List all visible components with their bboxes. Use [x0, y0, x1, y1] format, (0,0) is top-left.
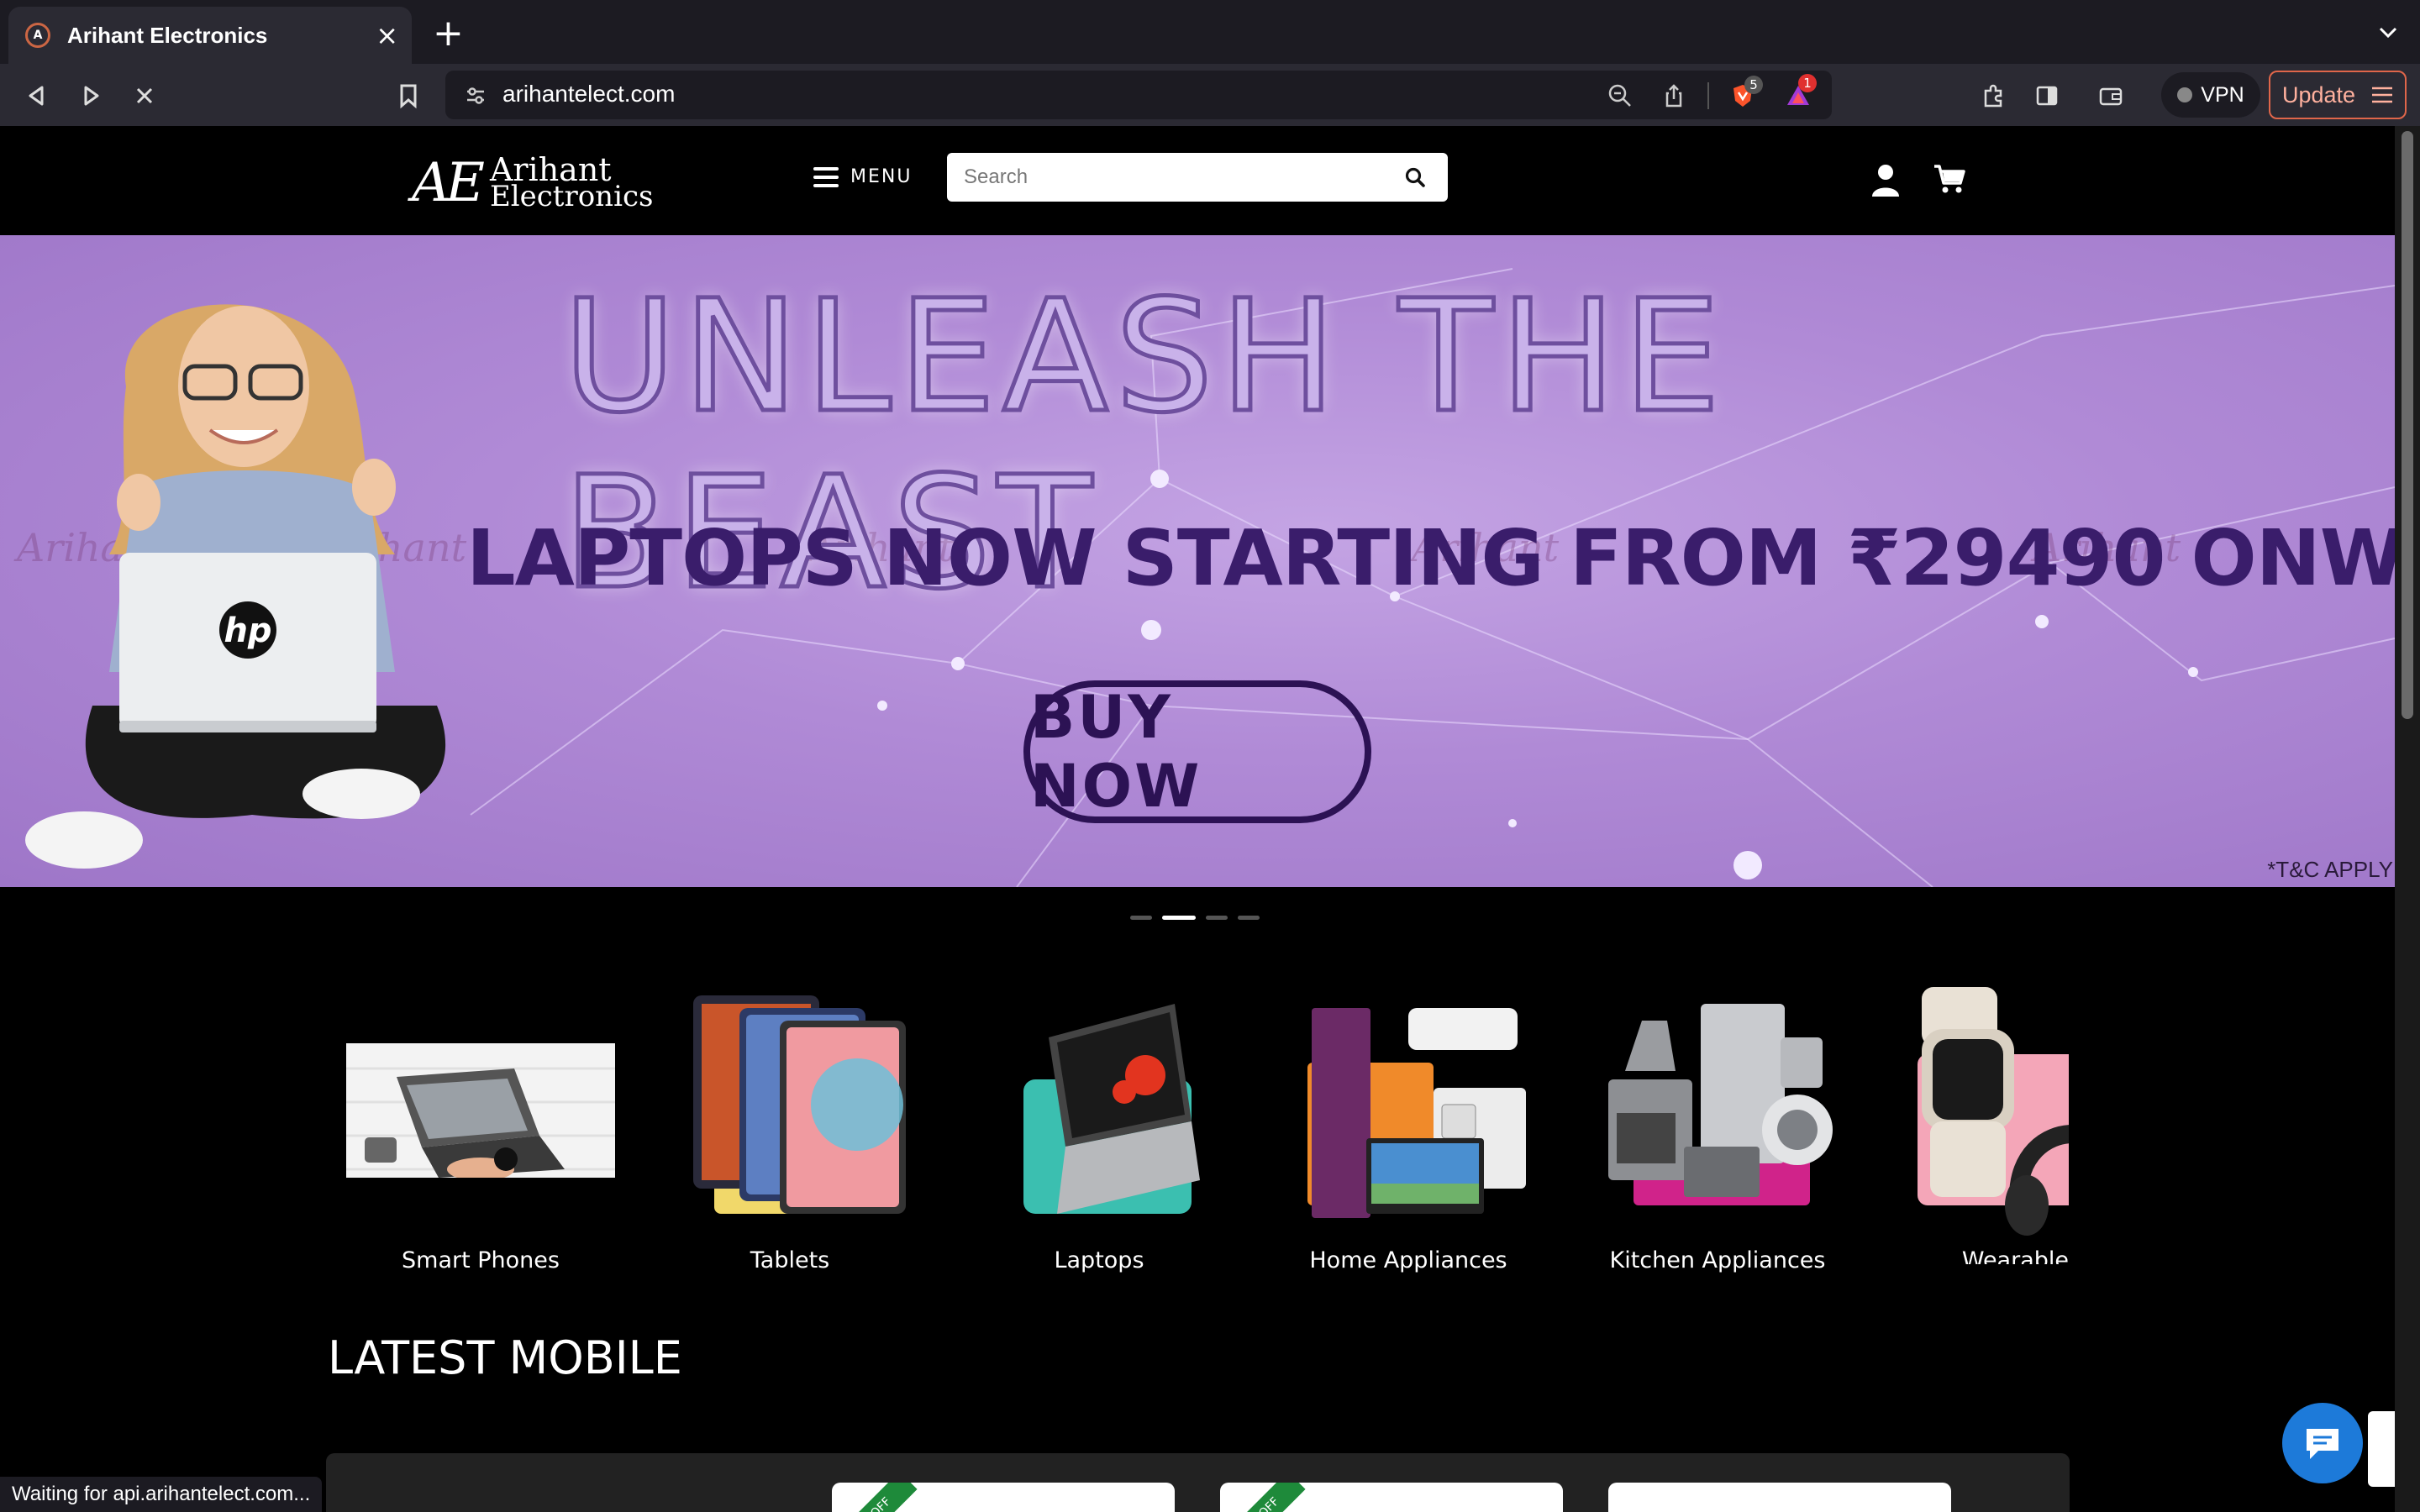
tab-list-chevron-icon[interactable]	[2376, 20, 2400, 44]
category-label: Laptops	[1054, 1247, 1144, 1273]
site-settings-icon[interactable]	[464, 84, 487, 108]
shopping-cart-icon[interactable]	[1933, 163, 1966, 195]
extensions-icon[interactable]	[1976, 79, 2010, 113]
browser-tab-bar: A Arihant Electronics × +	[0, 0, 2420, 64]
carousel-dot[interactable]	[1130, 916, 1152, 920]
product-card[interactable]: % OFF	[832, 1483, 1175, 1512]
search-icon[interactable]	[1404, 166, 1426, 188]
forward-icon[interactable]	[74, 79, 108, 113]
category-label: Tablets	[750, 1247, 830, 1273]
category-laptops[interactable]: Laptops	[965, 987, 1234, 1273]
stop-loading-icon[interactable]	[128, 79, 161, 113]
hp-logo-text: hp	[224, 612, 271, 650]
scrollbar-thumb[interactable]	[2402, 131, 2413, 719]
category-wearable[interactable]: Wearable	[1892, 987, 2069, 1264]
update-label: Update	[2282, 81, 2356, 108]
divider	[1707, 82, 1709, 109]
category-label: Wearable	[1961, 1247, 2069, 1264]
site-header: AE Arihant Electronics MENU	[0, 126, 2395, 235]
discount-ribbon: % OFF	[834, 1483, 918, 1512]
category-label: Smart Phones	[402, 1247, 560, 1273]
product-card[interactable]: % OFF	[1220, 1483, 1563, 1512]
vpn-button[interactable]: VPN	[2161, 72, 2260, 118]
site-logo[interactable]: AE Arihant Electronics	[412, 151, 653, 215]
tablets-image	[693, 995, 906, 1214]
web-page: AE Arihant Electronics MENU Search Ariha…	[0, 126, 2395, 1512]
browser-tab[interactable]: A Arihant Electronics ×	[8, 7, 412, 64]
product-card[interactable]	[1608, 1483, 1951, 1512]
close-tab-icon[interactable]: ×	[376, 20, 398, 50]
back-icon[interactable]	[20, 79, 54, 113]
carousel-dot[interactable]	[1238, 916, 1260, 920]
category-label: Kitchen Appliances	[1609, 1247, 1826, 1273]
search-input[interactable]	[964, 153, 1401, 202]
category-smart-phones[interactable]: Smart Phones	[346, 987, 615, 1273]
banner-subheadline: LAPTOPS NOW STARTING FROM ₹29490 ONWARDS…	[466, 513, 2395, 603]
terms-text: *T&C APPLY	[2267, 857, 2393, 882]
home-appliances-image	[1307, 1008, 1526, 1218]
logo-monogram: AE	[412, 152, 485, 214]
site-favicon-icon: A	[25, 23, 50, 48]
search-box	[947, 153, 1448, 202]
menu-button[interactable]: MENU	[813, 166, 912, 187]
laptop-desk-photo	[346, 1043, 615, 1178]
shield-count-badge: 5	[1744, 76, 1763, 94]
kitchen-appliances-image	[1608, 1004, 1833, 1205]
sidebar-icon[interactable]	[2030, 79, 2064, 113]
chat-button[interactable]	[2282, 1403, 2363, 1483]
buy-now-button[interactable]: BUY NOW	[1023, 680, 1371, 823]
tab-title: Arihant Electronics	[67, 22, 268, 48]
carousel-indicators	[1130, 916, 1260, 920]
category-label: Home Appliances	[1309, 1247, 1507, 1273]
alert-count-badge: 1	[1798, 74, 1817, 92]
hero-banner[interactable]: Arihant Arihant Arihant Arihant Arihant …	[0, 235, 2395, 887]
vpn-status-icon	[2177, 87, 2193, 102]
url-text: arihantelect.com	[502, 81, 676, 107]
user-account-icon[interactable]	[1870, 163, 1901, 197]
category-tablets[interactable]: Tablets	[655, 987, 924, 1273]
bookmark-icon[interactable]	[392, 79, 425, 113]
vpn-label: VPN	[2201, 82, 2244, 107]
hamburger-menu-icon	[2372, 87, 2393, 103]
update-button[interactable]: Update	[2269, 71, 2407, 119]
zoom-icon[interactable]	[1607, 82, 1634, 109]
laptop-image	[1023, 1004, 1200, 1214]
wallet-icon[interactable]	[2094, 79, 2128, 113]
logo-line-2: Electronics	[489, 180, 654, 213]
new-tab-icon[interactable]: +	[433, 15, 464, 52]
category-kitchen-appliances[interactable]: Kitchen Appliances	[1583, 987, 1852, 1273]
page-scrollbar[interactable]	[2395, 126, 2420, 1512]
discount-ribbon: % OFF	[1222, 1483, 1306, 1512]
menu-label: MENU	[850, 166, 913, 187]
carousel-dot-active[interactable]	[1162, 916, 1196, 920]
browser-status-bar: Waiting for api.arihantelect.com...	[0, 1477, 323, 1512]
section-title-latest-mobile: LATEST MOBILE	[328, 1331, 682, 1384]
chat-bubble-icon	[2307, 1429, 2338, 1459]
browser-toolbar: arihantelect.com 5 1 VPN Update	[0, 64, 2420, 126]
share-icon[interactable]	[1660, 82, 1687, 109]
wearable-image	[1918, 987, 2069, 1236]
address-bar[interactable]: arihantelect.com 5 1	[445, 71, 1832, 119]
woman-with-laptop-image: hp	[25, 304, 446, 869]
category-home-appliances[interactable]: Home Appliances	[1274, 987, 1543, 1273]
hamburger-icon	[813, 166, 839, 187]
side-drawer-tab[interactable]	[2368, 1411, 2395, 1487]
carousel-dot[interactable]	[1206, 916, 1228, 920]
